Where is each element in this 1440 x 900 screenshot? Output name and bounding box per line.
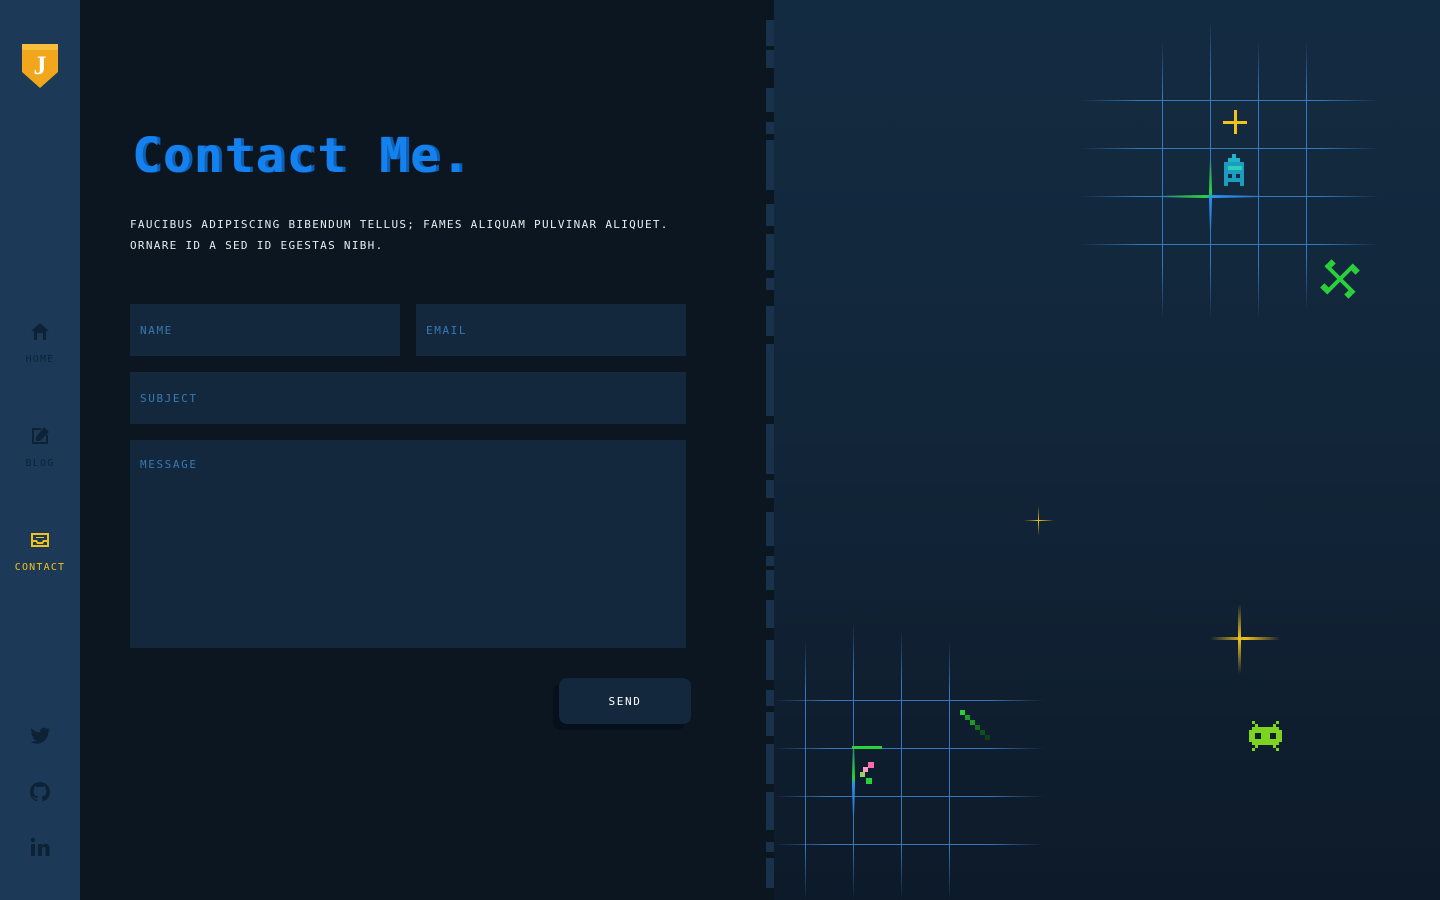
- shield-logo-icon: J: [22, 44, 58, 88]
- subject-field[interactable]: [130, 372, 686, 424]
- sparkle-small: [1024, 506, 1054, 536]
- pixel-bits-icon: [860, 762, 874, 784]
- logo-letter: J: [34, 51, 47, 80]
- pinwheel-green-icon: [1320, 259, 1360, 299]
- decorative-background: [774, 0, 1440, 900]
- pixel-sword-icon: [960, 710, 990, 740]
- sidebar: J Home Blog Contact: [0, 0, 80, 900]
- message-field[interactable]: [130, 440, 686, 648]
- sparkle-large: [1210, 604, 1280, 674]
- nav-label-home: Home: [25, 354, 55, 365]
- alien-cyan-icon: [1224, 154, 1244, 186]
- edit-icon: [32, 427, 49, 444]
- grid-bottom-left: [774, 620, 1044, 900]
- nav-label-contact: Contact: [14, 562, 66, 573]
- space-invader-icon: [1249, 721, 1282, 751]
- nav-item-home[interactable]: Home: [0, 320, 80, 390]
- twitter-icon[interactable]: [28, 724, 52, 748]
- home-icon: [31, 323, 49, 340]
- send-button[interactable]: Send: [559, 678, 691, 724]
- pixel-art-scene: [774, 20, 1380, 900]
- nav-item-contact[interactable]: Contact: [0, 528, 80, 598]
- logo[interactable]: J: [20, 44, 60, 88]
- inbox-icon: [31, 533, 49, 547]
- linkedin-icon[interactable]: [28, 835, 52, 859]
- nav-label-blog: Blog: [25, 458, 55, 469]
- name-field[interactable]: [130, 304, 400, 356]
- nav-item-blog[interactable]: Blog: [0, 424, 80, 494]
- pixel-star-yellow-small: [1223, 110, 1247, 134]
- email-field[interactable]: [416, 304, 686, 356]
- contact-panel: Contact Me. Faucibus adipiscing bibendum…: [80, 0, 774, 900]
- page-title: Contact Me.: [132, 128, 472, 184]
- github-icon[interactable]: [28, 780, 52, 804]
- intro-text: Faucibus adipiscing bibendum tellus; fam…: [130, 218, 669, 252]
